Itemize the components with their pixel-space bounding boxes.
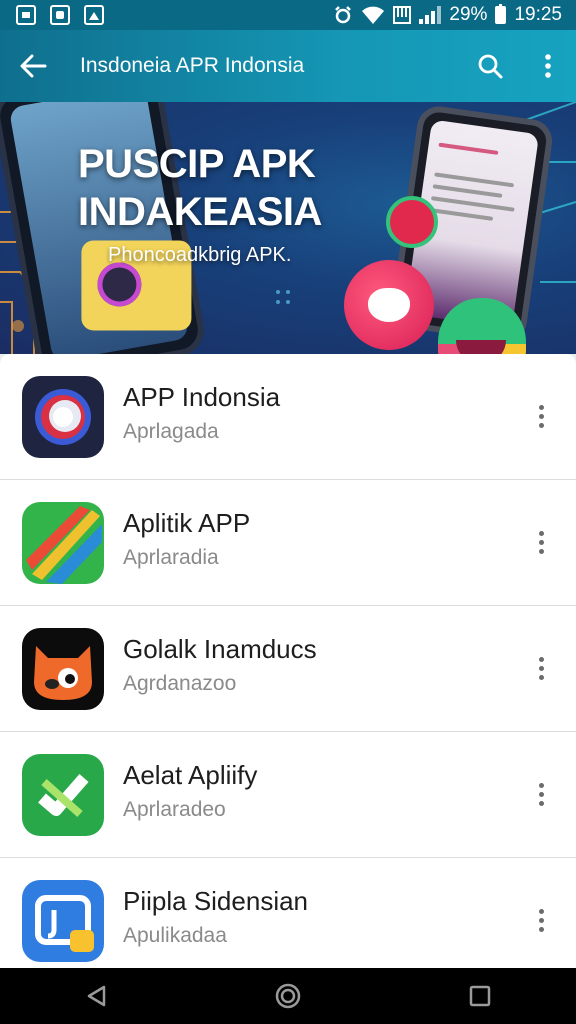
search-icon [478, 54, 503, 79]
overflow-menu-button[interactable] [520, 30, 576, 102]
promo-banner[interactable]: PUSCIP APK INDAKEASIA Phoncoadkbrig APK. [0, 102, 576, 354]
search-button[interactable] [460, 30, 520, 102]
aelat-apliify-icon [22, 754, 104, 836]
gallery-notification-icon [16, 5, 36, 25]
app-notification-icon [50, 5, 70, 25]
app-subtitle: Apulikadaa [123, 924, 227, 947]
list-item[interactable]: Aplitik APP Aprlaradia [0, 480, 576, 606]
item-menu-button[interactable] [528, 772, 554, 816]
nav-recents-button[interactable] [450, 968, 510, 1024]
item-menu-button[interactable] [528, 394, 554, 438]
back-button[interactable] [0, 30, 66, 102]
banner-headline-line1: PUSCIP APK [78, 142, 316, 186]
alarm-icon [335, 6, 352, 24]
page-title: Insdoneia APR Indonsia [80, 54, 305, 77]
nav-home-button[interactable] [258, 968, 318, 1024]
status-notifications [16, 5, 104, 25]
more-vert-icon [545, 54, 551, 78]
app-subtitle: Aprlaradia [123, 546, 219, 569]
image-notification-icon [84, 5, 104, 25]
golalk-inamducs-icon [22, 628, 104, 710]
app-list: APP Indonsia Aprlagada Aplitik APP Aprla… [0, 354, 576, 968]
battery-percentage: 29% [449, 4, 488, 25]
item-menu-button[interactable] [528, 898, 554, 942]
app-title: Golalk Inamducs [123, 634, 317, 664]
app-subtitle: Aprlagada [123, 420, 219, 443]
wifi-icon [362, 6, 385, 24]
list-item[interactable]: Piipla Sidensian Apulikadaa [0, 858, 576, 968]
status-indicators: 29% 19:25 [333, 4, 562, 26]
cell-signal-icon [419, 6, 442, 24]
item-menu-button[interactable] [528, 520, 554, 564]
app-title: Aplitik APP [123, 508, 251, 538]
piipla-sidensian-icon [22, 880, 104, 962]
banner-headline: PUSCIP APK INDAKEASIA [78, 140, 338, 236]
system-nav-bar [0, 968, 576, 1024]
app-indonsia-icon [22, 376, 104, 458]
nav-back-button[interactable] [66, 968, 126, 1024]
list-item[interactable]: APP Indonsia Aprlagada [0, 354, 576, 480]
arrow-back-icon [20, 54, 47, 78]
mascot-small-graphic [386, 196, 438, 248]
banner-headline-line2: INDAKEASIA [78, 190, 322, 234]
list-item[interactable]: Aelat Apliify Aprlaradeo [0, 732, 576, 858]
vibrate-icon [393, 6, 412, 24]
item-menu-button[interactable] [528, 646, 554, 690]
triangle-back-icon [87, 985, 106, 1007]
app-subtitle: Agrdanazoo [123, 672, 237, 695]
app-title: APP Indonsia [123, 382, 281, 412]
status-bar: 29% 19:25 [0, 0, 576, 30]
clock: 19:25 [514, 4, 562, 25]
app-bar: Insdoneia APR Indonsia [0, 30, 576, 102]
home-circle-icon [275, 983, 301, 1009]
mascot-pink-graphic [344, 260, 434, 350]
square-recents-icon [469, 985, 491, 1007]
aplitik-app-icon [22, 502, 104, 584]
list-item[interactable]: Golalk Inamducs Agrdanazoo [0, 606, 576, 732]
app-title: Aelat Apliify [123, 760, 258, 790]
banner-tagline: Phoncoadkbrig APK. [108, 244, 292, 266]
app-subtitle: Aprlaradeo [123, 798, 226, 821]
app-title: Piipla Sidensian [123, 886, 309, 916]
battery-icon [495, 4, 507, 24]
